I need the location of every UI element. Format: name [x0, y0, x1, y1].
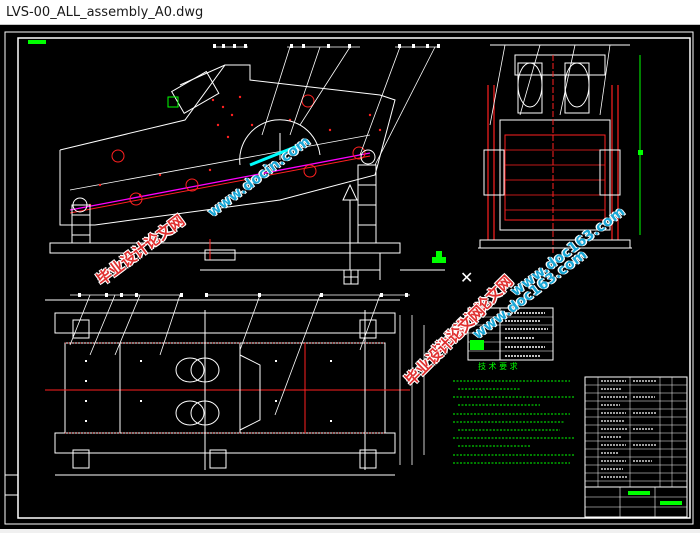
title-bar: LVS-00_ALL_assembly_A0.dwg: [0, 0, 700, 25]
title-block: [584, 486, 688, 518]
cad-viewer-window: LVS-00_ALL_assembly_A0.dwg ✕ 技 术 要 求 www…: [0, 0, 700, 529]
top-view: [45, 293, 425, 476]
corner-mark: [28, 40, 46, 44]
notes-title: 技 术 要 求: [478, 361, 518, 371]
drawing-canvas[interactable]: ✕ 技 术 要 求 www.docin.com www.doc163.com w…: [0, 25, 700, 529]
window-title: LVS-00_ALL_assembly_A0.dwg: [6, 4, 204, 20]
parts-list: [584, 376, 688, 488]
svg-text:✕: ✕: [460, 268, 473, 287]
technical-notes: 技 术 要 求: [453, 361, 575, 464]
